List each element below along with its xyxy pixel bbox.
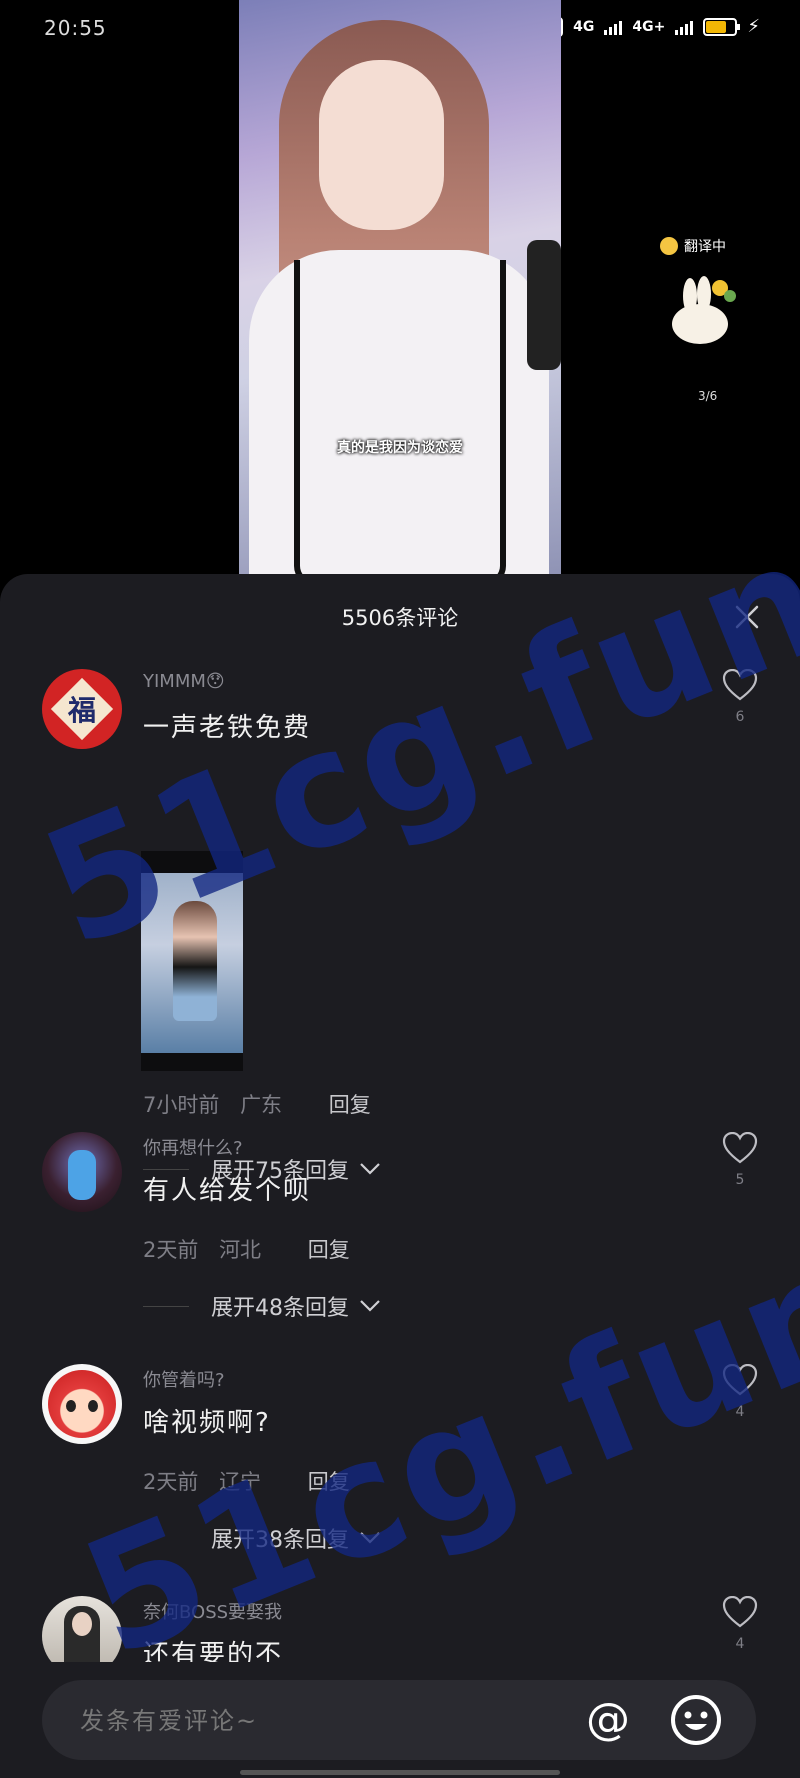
avatar[interactable]: [42, 1132, 122, 1212]
signal-icon-2: [675, 19, 694, 35]
chevron-down-icon: [360, 1300, 380, 1312]
heart-icon: [722, 1596, 758, 1628]
network-4gplus-label: 4G+: [632, 18, 666, 35]
comment-username[interactable]: 你管着吗?: [143, 1366, 225, 1392]
comment-location: 广东: [240, 1093, 283, 1117]
comment-text: 啥视频啊?: [143, 1408, 271, 1438]
comment-input[interactable]: [78, 1700, 562, 1742]
avatar-fu-character: 福: [67, 694, 96, 727]
chevron-down-icon: [360, 1163, 380, 1175]
battery-icon: [703, 17, 741, 36]
comment-time: 7小时前: [143, 1093, 220, 1117]
avatar[interactable]: [42, 1364, 122, 1444]
like-count: 5: [735, 1172, 745, 1188]
video-caption: 真的是我因为谈恋爱: [337, 440, 463, 456]
microphone: [527, 240, 561, 370]
video-figure-trim: [294, 260, 506, 575]
like-button[interactable]: 4: [722, 1596, 758, 1652]
coin-icon: [660, 237, 678, 255]
status-time: 20:55: [44, 16, 107, 40]
comment-meta: 2天前 河北 回复: [143, 1234, 350, 1264]
translating-label: 翻译中: [684, 239, 726, 255]
comment-text: 有人给发个呗: [143, 1176, 312, 1206]
network-4g-label: 4G: [573, 18, 595, 35]
comment-location: 河北: [219, 1238, 262, 1262]
status-icons: HD 4G 4G+ ⚡: [529, 16, 760, 37]
home-indicator: [240, 1770, 560, 1775]
like-count: 4: [735, 1636, 745, 1652]
rabbit-icon: [672, 276, 736, 344]
reply-button[interactable]: 回复: [329, 1093, 371, 1117]
avatar[interactable]: 福: [42, 669, 122, 749]
heart-icon: [722, 1132, 758, 1164]
divider: [143, 1305, 189, 1307]
expand-replies-label: 展开48条回复: [211, 1296, 349, 1321]
page-indicator: 3/6: [698, 389, 718, 403]
side-widget[interactable]: 翻译中 3/6: [660, 236, 770, 411]
signal-icon: [604, 19, 623, 35]
comment-input-container: @: [42, 1680, 756, 1760]
comment-meta: 7小时前 广东 回复: [143, 1089, 371, 1119]
emoji-icon[interactable]: [670, 1694, 722, 1746]
comment-username[interactable]: YIMMM😯: [143, 671, 225, 692]
like-button[interactable]: 5: [722, 1132, 758, 1188]
video-player[interactable]: 真的是我因为谈恋爱: [239, 0, 561, 575]
comment-username[interactable]: 你再想什么?: [143, 1134, 243, 1160]
reply-button[interactable]: 回复: [308, 1238, 350, 1262]
charging-icon: ⚡: [747, 16, 760, 37]
comment-time: 2天前: [143, 1238, 199, 1262]
video-figure-face: [319, 60, 444, 230]
comment-input-bar: @: [0, 1662, 800, 1778]
translating-chip[interactable]: 翻译中: [660, 236, 770, 256]
mention-button[interactable]: @: [582, 1694, 634, 1746]
expand-replies-button[interactable]: 展开48条回复: [143, 1290, 381, 1322]
